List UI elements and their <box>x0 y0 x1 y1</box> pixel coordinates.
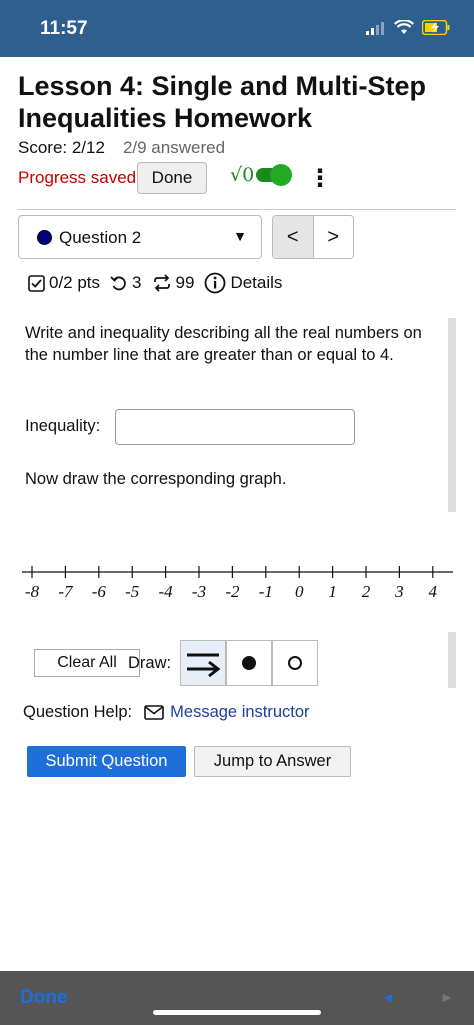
inequality-input[interactable] <box>115 409 355 445</box>
open-dot-tool-button[interactable] <box>272 640 318 686</box>
clear-all-button[interactable]: Clear All <box>34 649 140 677</box>
inequality-label: Inequality: <box>25 417 101 435</box>
draw-label: Draw: <box>128 654 172 672</box>
undo-icon <box>110 275 126 290</box>
previous-question-button[interactable]: < <box>273 216 314 258</box>
wifi-icon <box>394 20 414 34</box>
number-line-tick-label: -5 <box>125 582 139 601</box>
number-line-tick-label: -3 <box>192 582 206 601</box>
chevron-down-icon: ▼ <box>233 228 247 244</box>
open-dot-icon <box>288 656 302 670</box>
envelope-icon <box>144 705 164 720</box>
status-time: 11:57 <box>40 18 88 39</box>
closed-dot-tool-button[interactable] <box>226 640 272 686</box>
number-line-tick-label: 2 <box>362 582 371 601</box>
points-text: 0/2 pts <box>49 273 101 292</box>
ray-tool-icon <box>187 653 221 677</box>
score-line: Score: 2/12 2/9 answered <box>18 138 225 158</box>
math-entry-toggle[interactable]: √0 <box>230 164 293 186</box>
details-link[interactable]: Details <box>204 272 282 294</box>
status-icons <box>366 20 450 35</box>
status-bar: 11:57 <box>0 0 474 57</box>
sqrt-icon: √0 <box>230 164 255 186</box>
browser-done-button[interactable]: Done <box>20 987 68 1009</box>
question-help: Question Help: Message instructor <box>23 703 310 722</box>
submit-question-button[interactable]: Submit Question <box>27 746 186 777</box>
home-indicator <box>153 1010 321 1015</box>
number-line-tick-label: -7 <box>58 582 74 601</box>
ray-tool-button[interactable] <box>180 640 226 686</box>
number-line-tick-label: -6 <box>92 582 107 601</box>
answered-count: 2/9 answered <box>122 138 226 157</box>
number-line-tick-label: 1 <box>328 582 337 601</box>
signal-icon <box>366 21 384 35</box>
number-line-tick-label: -1 <box>259 582 273 601</box>
toggle-switch[interactable] <box>256 164 293 186</box>
more-options-icon[interactable]: ⋮ <box>308 164 332 193</box>
repeat-icon <box>153 274 170 292</box>
number-line-tick-label: 4 <box>429 582 438 601</box>
message-instructor-label: Message instructor <box>170 703 310 721</box>
browser-forward-button[interactable]: ► <box>440 989 454 1005</box>
attempts-item: 3 <box>110 273 142 293</box>
retries-count: 99 <box>175 273 195 292</box>
number-line-tick-label: -8 <box>25 582 40 601</box>
checkbox-icon <box>28 274 45 292</box>
number-line-tick-label: 3 <box>394 582 404 601</box>
question-body: Write and inequality describing all the … <box>18 318 456 512</box>
question-help-label: Question Help: <box>23 703 133 721</box>
divider <box>18 209 456 210</box>
jump-to-answer-button[interactable]: Jump to Answer <box>194 746 351 777</box>
points-item: 0/2 pts <box>28 273 100 293</box>
graph-tools: Clear All Draw: <box>18 632 456 688</box>
details-label: Details <box>230 273 283 292</box>
question-select[interactable]: Question 2 ▼ <box>18 215 262 259</box>
selected-question-label: Question 2 <box>59 228 142 247</box>
number-line-tick-label: -4 <box>159 582 174 601</box>
number-line-tick-label: -2 <box>225 582 240 601</box>
battery-charging-icon <box>422 20 450 35</box>
info-icon <box>205 272 226 294</box>
question-status-dot <box>37 230 52 245</box>
next-question-button[interactable]: > <box>313 216 353 258</box>
question-nav-buttons: < > <box>272 215 354 259</box>
progress-saved-status: Progress saved <box>18 168 137 187</box>
toggle-knob <box>270 164 293 186</box>
page-title: Lesson 4: Single and Multi-Step Inequali… <box>18 71 427 133</box>
attempts-count: 3 <box>132 273 142 292</box>
question-meta: 0/2 pts 3 99 Details <box>28 272 282 294</box>
retries-item: 99 <box>152 273 195 293</box>
browser-toolbar: Done ◄ ► <box>0 971 474 1025</box>
score-text: Score: 2/12 <box>18 138 105 157</box>
message-instructor-link[interactable]: Message instructor <box>144 703 310 722</box>
draw-instruction: Now draw the corresponding graph. <box>25 470 287 488</box>
question-prompt: Write and inequality describing all the … <box>25 324 422 364</box>
done-button[interactable]: Done <box>137 162 207 194</box>
number-line-tick-label: 0 <box>295 582 304 601</box>
closed-dot-icon <box>242 656 256 670</box>
number-line-graph[interactable]: -8 -7 -6 -5 -4 -3 -2 -1 0 1 2 3 4 <box>0 548 474 608</box>
browser-back-button[interactable]: ◄ <box>381 989 395 1005</box>
